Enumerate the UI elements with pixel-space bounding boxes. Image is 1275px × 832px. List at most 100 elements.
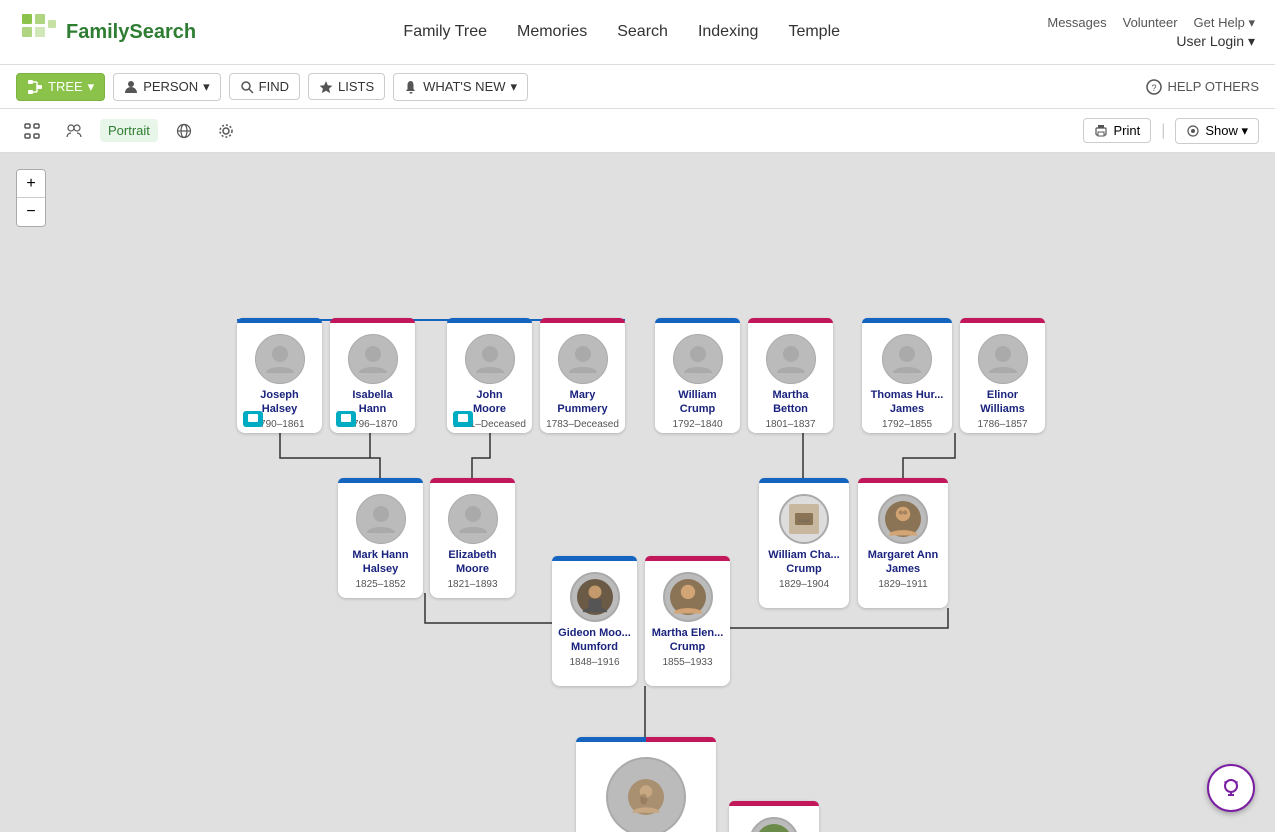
person-dates: 1786–1857 bbox=[966, 419, 1039, 430]
person-card-mary-pummery[interactable]: MaryPummery 1783–Deceased bbox=[540, 318, 625, 433]
person-dropdown-arrow: ▾ bbox=[203, 79, 210, 95]
person-card-william-crump2[interactable]: script William Cha...Crump 1829–1904 bbox=[759, 478, 849, 608]
person-card-elizabeth-moore[interactable]: ElizabethMoore 1821–1893 bbox=[430, 478, 515, 598]
logo-text: FamilySearch bbox=[66, 21, 196, 44]
tree-button[interactable]: TREE ▾ bbox=[16, 73, 105, 101]
zoom-in-button[interactable]: + bbox=[17, 170, 45, 198]
gender-bar bbox=[759, 478, 849, 483]
gender-bar bbox=[729, 801, 819, 806]
person-dates: 1825–1852 bbox=[344, 579, 417, 590]
person-card-john-moore[interactable]: JohnMoore 1781–Deceased bbox=[447, 318, 532, 433]
person-name: William Cha...Crump bbox=[765, 548, 843, 577]
couple-view-button[interactable] bbox=[58, 119, 90, 143]
hint-badge bbox=[453, 411, 473, 427]
avatar-catherine-neff bbox=[749, 817, 799, 832]
person-name: Mark HannHalsey bbox=[344, 548, 417, 577]
tree-icon bbox=[27, 79, 43, 95]
top-navigation: FamilySearch Family Tree Memories Search… bbox=[0, 0, 1275, 65]
menu-memories[interactable]: Memories bbox=[517, 23, 587, 41]
print-icon bbox=[1094, 124, 1108, 138]
person-name: Gideon Moo...Mumford bbox=[558, 626, 631, 655]
toolbar-left: Portrait bbox=[16, 119, 242, 143]
avatar-martha-crump bbox=[663, 572, 713, 622]
person-dates: 1829–1911 bbox=[864, 579, 942, 590]
zoom-controls: + − bbox=[16, 169, 46, 227]
avatar-isabella-hann bbox=[348, 334, 398, 384]
person-card-mark-halsey[interactable]: Mark HannHalsey 1825–1852 bbox=[338, 478, 423, 598]
avatar-mary-pummery bbox=[558, 334, 608, 384]
zoom-out-button[interactable]: − bbox=[17, 198, 45, 226]
person-card-victor-mumford[interactable]: Victor EmanuelMumford 1885–1973 bbox=[576, 737, 716, 832]
avatar-gideon-mumford bbox=[570, 572, 620, 622]
portrait-view-button[interactable]: Portrait bbox=[100, 119, 158, 142]
globe-view-button[interactable] bbox=[168, 119, 200, 143]
hint-badge bbox=[243, 411, 263, 427]
get-help-link[interactable]: Get Help ▾ bbox=[1194, 15, 1255, 31]
help-others-button[interactable]: ? HELP OTHERS bbox=[1146, 79, 1259, 95]
print-button[interactable]: Print bbox=[1083, 118, 1151, 143]
show-button[interactable]: Show ▾ bbox=[1175, 118, 1259, 144]
top-right-area: Messages Volunteer Get Help ▾ User Login… bbox=[1047, 15, 1255, 50]
help-others-icon: ? bbox=[1146, 79, 1162, 95]
portrait-label: Portrait bbox=[108, 123, 150, 138]
gender-bar bbox=[447, 318, 532, 323]
lists-button[interactable]: LISTS bbox=[308, 73, 385, 100]
person-card-isabella-hann[interactable]: IsabellaHann 1796–1870 bbox=[330, 318, 415, 433]
toolbar-right: Print | Show ▾ bbox=[1083, 118, 1259, 144]
avatar-margaret-james bbox=[878, 494, 928, 544]
person-card-elinor-williams[interactable]: ElinorWilliams 1786–1857 bbox=[960, 318, 1045, 433]
person-dates: 1801–1837 bbox=[754, 419, 827, 430]
person-card-margaret-james[interactable]: Margaret AnnJames 1829–1911 bbox=[858, 478, 948, 608]
person-name: Margaret AnnJames bbox=[864, 548, 942, 577]
volunteer-link[interactable]: Volunteer bbox=[1123, 15, 1178, 31]
tree-connectors bbox=[0, 153, 1275, 832]
person-name: Martha Elen...Crump bbox=[651, 626, 724, 655]
avatar-martha-betton bbox=[766, 334, 816, 384]
person-name: WilliamCrump bbox=[661, 388, 734, 417]
settings-view-button[interactable] bbox=[210, 119, 242, 143]
gender-bar bbox=[338, 478, 423, 483]
show-icon bbox=[1186, 124, 1200, 138]
avatar-elinor-williams bbox=[978, 334, 1028, 384]
hints-button[interactable] bbox=[1207, 764, 1255, 812]
bell-icon bbox=[404, 80, 418, 94]
menu-indexing[interactable]: Indexing bbox=[698, 23, 759, 41]
gender-bar bbox=[858, 478, 948, 483]
gender-bar bbox=[576, 737, 716, 742]
avatar-mark-halsey bbox=[356, 494, 406, 544]
lists-button-label: LISTS bbox=[338, 79, 374, 94]
gender-bar bbox=[430, 478, 515, 483]
person-card-william-crump[interactable]: WilliamCrump 1792–1840 bbox=[655, 318, 740, 433]
person-card-thomas-james[interactable]: Thomas Hur...James 1792–1855 bbox=[862, 318, 952, 433]
top-right-links: Messages Volunteer Get Help ▾ bbox=[1047, 15, 1255, 31]
gender-bar bbox=[862, 318, 952, 323]
star-icon bbox=[319, 80, 333, 94]
user-login[interactable]: User Login ▾ bbox=[1176, 33, 1255, 50]
expand-view-button[interactable] bbox=[16, 119, 48, 143]
whats-new-button[interactable]: WHAT'S NEW ▾ bbox=[393, 73, 528, 101]
find-button[interactable]: FIND bbox=[229, 73, 300, 100]
avatar-william-crump bbox=[673, 334, 723, 384]
menu-family-tree[interactable]: Family Tree bbox=[403, 23, 487, 41]
person-dates: 1848–1916 bbox=[558, 657, 631, 668]
expand-icon bbox=[24, 123, 40, 139]
settings-icon bbox=[218, 123, 234, 139]
svg-text:script: script bbox=[798, 518, 810, 524]
messages-link[interactable]: Messages bbox=[1047, 15, 1106, 31]
help-others-label: HELP OTHERS bbox=[1167, 79, 1259, 94]
person-button[interactable]: PERSON ▾ bbox=[113, 73, 220, 101]
person-card-catherine-neff[interactable]: Catherine B...Neff 1885–1972 bbox=[729, 801, 819, 832]
menu-temple[interactable]: Temple bbox=[788, 23, 840, 41]
menu-search[interactable]: Search bbox=[617, 23, 668, 41]
avatar-victor-mumford bbox=[606, 757, 686, 832]
logo-icon bbox=[20, 12, 60, 52]
logo[interactable]: FamilySearch bbox=[20, 12, 196, 52]
person-card-martha-crump[interactable]: Martha Elen...Crump 1855–1933 bbox=[645, 556, 730, 686]
second-nav-buttons: TREE ▾ PERSON ▾ FIND LISTS WHAT'S NEW ▾ bbox=[16, 73, 528, 101]
person-card-gideon-mumford[interactable]: Gideon Moo...Mumford 1848–1916 bbox=[552, 556, 637, 686]
toolbar-divider: | bbox=[1161, 122, 1165, 140]
avatar-joseph-halsey bbox=[255, 334, 305, 384]
gender-bar bbox=[540, 318, 625, 323]
person-card-martha-betton[interactable]: MarthaBetton 1801–1837 bbox=[748, 318, 833, 433]
person-card-joseph-halsey[interactable]: JosephHalsey 1790–1861 bbox=[237, 318, 322, 433]
